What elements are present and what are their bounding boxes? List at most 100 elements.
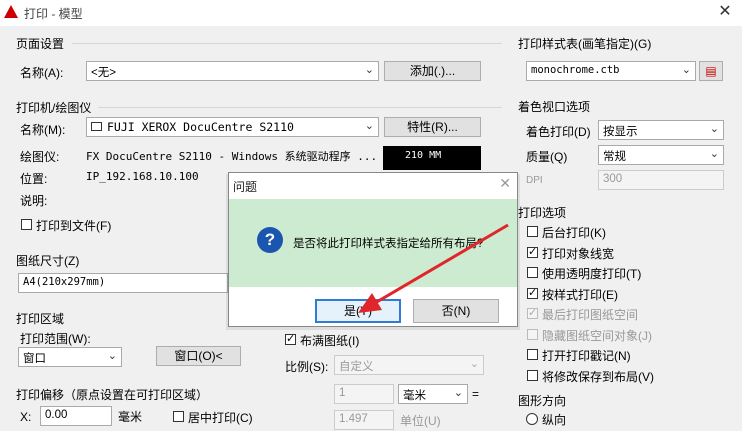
no-button[interactable]: 否(N) xyxy=(413,299,499,323)
chevron-down-icon: ⌄ xyxy=(681,64,691,76)
dropdown-value: monochrome.ctb xyxy=(531,64,620,76)
offset-x-unit: 毫米 xyxy=(118,410,143,424)
units-label: 单位(U) xyxy=(400,414,441,428)
description-label: 说明: xyxy=(20,194,48,208)
dpi-value: 300 xyxy=(603,173,623,185)
portrait-label: 纵向 xyxy=(542,413,567,427)
page-setup-name-dropdown[interactable]: <无> ⌄ xyxy=(86,61,379,81)
scale-unit-dropdown[interactable]: 毫米 ⌄ xyxy=(398,384,468,404)
printer-icon xyxy=(91,122,102,131)
plot-range-label: 打印范围(W): xyxy=(20,332,91,346)
scale-label: 比例(S): xyxy=(285,360,329,374)
plot-option-checkbox[interactable] xyxy=(527,286,538,299)
window-close-button[interactable]: ✕ xyxy=(716,3,734,21)
center-plot-checkbox[interactable] xyxy=(173,411,184,422)
chevron-down-icon: ⌄ xyxy=(453,387,463,399)
question-icon: ? xyxy=(257,227,283,253)
plot-offset-heading: 打印偏移（原点设置在可打印区域） xyxy=(16,388,209,402)
quality-label: 质量(Q) xyxy=(526,150,568,164)
fit-to-paper-checkbox[interactable] xyxy=(285,332,296,345)
offset-x-value: 0.00 xyxy=(45,409,68,421)
dropdown-value: FUJI XEROX DocuCentre S2110 xyxy=(107,120,294,134)
printer-heading: 打印机/绘图仪 xyxy=(16,101,92,115)
fit-to-paper-label: 布满图纸(I) xyxy=(300,334,360,348)
equals-sign: = xyxy=(472,387,480,401)
plot-option-label: 打印对象线宽 xyxy=(542,247,615,261)
divider xyxy=(98,107,502,108)
plot-style-table-heading: 打印样式表(画笔指定)(G) xyxy=(518,37,652,51)
plot-option-checkbox[interactable] xyxy=(527,370,538,381)
scale-units-input[interactable]: 1.497 xyxy=(334,410,394,430)
chevron-down-icon: ⌄ xyxy=(469,358,479,370)
divider xyxy=(72,43,502,44)
scale-value: 1 xyxy=(339,387,346,399)
dropdown-value: A4(210x297mm) xyxy=(23,276,106,288)
plot-option-checkbox[interactable] xyxy=(527,349,538,360)
plotter-value: FX DocuCentre S2110 - Windows 系统驱动程序 ... xyxy=(86,150,378,163)
dropdown-value: 自定义 xyxy=(339,361,374,373)
dpi-label: DPI xyxy=(526,175,543,186)
plot-style-table-dropdown[interactable]: monochrome.ctb ⌄ xyxy=(526,61,696,81)
chevron-down-icon: ⌄ xyxy=(364,64,374,76)
plot-option-checkbox[interactable] xyxy=(527,226,538,237)
dropdown-value: 窗口 xyxy=(23,353,46,365)
quality-dropdown[interactable]: 常规 ⌄ xyxy=(598,145,724,165)
print-to-file-checkbox[interactable] xyxy=(21,219,32,230)
plot-option-label: 后台打印(K) xyxy=(542,226,606,240)
page-setup-name-label: 名称(A): xyxy=(20,66,64,80)
chevron-down-icon: ⌄ xyxy=(709,123,719,135)
scale-value-input[interactable]: 1 xyxy=(334,384,394,404)
dialog-body: ? 是否将此打印样式表指定给所有布局? xyxy=(229,199,517,287)
scale-units-value: 1.497 xyxy=(339,413,368,425)
question-dialog: 问题 ✕ ? 是否将此打印样式表指定给所有布局? 是(Y) 否(N) xyxy=(228,172,518,327)
plot-option-label: 最后打印图纸空间 xyxy=(542,308,639,322)
edit-table-icon: ▤ xyxy=(705,64,717,78)
dropdown-value: 常规 xyxy=(603,151,626,163)
page-setup-heading: 页面设置 xyxy=(16,37,65,51)
chevron-down-icon: ⌄ xyxy=(709,148,719,160)
offset-x-input[interactable]: 0.00 xyxy=(40,406,112,426)
scale-dropdown[interactable]: 自定义 ⌄ xyxy=(334,355,484,375)
plot-option-checkbox[interactable] xyxy=(527,329,538,340)
dialog-close-button[interactable]: ✕ xyxy=(499,175,511,192)
plot-option-label: 使用透明度打印(T) xyxy=(542,267,642,281)
print-to-file-label: 打印到文件(F) xyxy=(36,219,112,233)
plot-option-checkbox[interactable] xyxy=(527,267,538,278)
plot-area-heading: 打印区域 xyxy=(16,312,65,326)
plot-option-checkbox[interactable] xyxy=(527,245,538,258)
printer-name-label: 名称(M): xyxy=(20,123,66,137)
shade-plot-label: 着色打印(D) xyxy=(526,125,591,139)
plot-option-label: 隐藏图纸空间对象(J) xyxy=(542,329,652,343)
plot-option-label: 将修改保存到布局(V) xyxy=(542,370,654,384)
dropdown-value: 按显示 xyxy=(603,126,638,138)
printer-properties-button[interactable]: 特性(R)... xyxy=(384,117,481,137)
chevron-down-icon: ⌄ xyxy=(107,350,117,362)
yes-button[interactable]: 是(Y) xyxy=(315,299,401,323)
location-label: 位置: xyxy=(20,172,48,186)
dialog-title: 问题 xyxy=(233,180,258,194)
dropdown-value: 毫米 xyxy=(403,390,426,402)
dpi-input[interactable]: 300 xyxy=(598,170,724,190)
paper-size-heading: 图纸尺寸(Z) xyxy=(16,254,80,268)
edit-plot-style-button[interactable]: ▤ xyxy=(699,61,723,81)
add-page-setup-button[interactable]: 添加(.)... xyxy=(384,61,481,81)
orientation-heading: 图形方向 xyxy=(518,394,567,408)
printer-name-dropdown[interactable]: FUJI XEROX DocuCentre S2110 ⌄ xyxy=(86,117,379,137)
shade-plot-dropdown[interactable]: 按显示 ⌄ xyxy=(598,120,724,140)
window-select-button[interactable]: 窗口(O)< xyxy=(156,346,241,366)
dropdown-value: <无> xyxy=(91,67,116,79)
plot-option-checkbox[interactable] xyxy=(527,306,538,319)
shaded-viewport-heading: 着色视口选项 xyxy=(518,100,591,114)
preview-dimension: 210 MM xyxy=(405,150,442,161)
plot-options-heading: 打印选项 xyxy=(518,206,567,220)
location-value: IP_192.168.10.100 xyxy=(86,170,199,183)
plotter-label: 绘图仪: xyxy=(20,150,60,164)
paper-size-dropdown[interactable]: A4(210x297mm) xyxy=(18,273,228,293)
plot-range-dropdown[interactable]: 窗口 ⌄ xyxy=(18,347,122,367)
plot-option-label: 打开打印戳记(N) xyxy=(542,349,631,363)
portrait-radio[interactable] xyxy=(526,413,538,425)
chevron-down-icon: ⌄ xyxy=(364,120,374,132)
title-bar: 打印 - 模型 ✕ xyxy=(0,0,742,26)
center-plot-label: 居中打印(C) xyxy=(188,411,253,425)
offset-x-label: X: xyxy=(20,410,32,424)
